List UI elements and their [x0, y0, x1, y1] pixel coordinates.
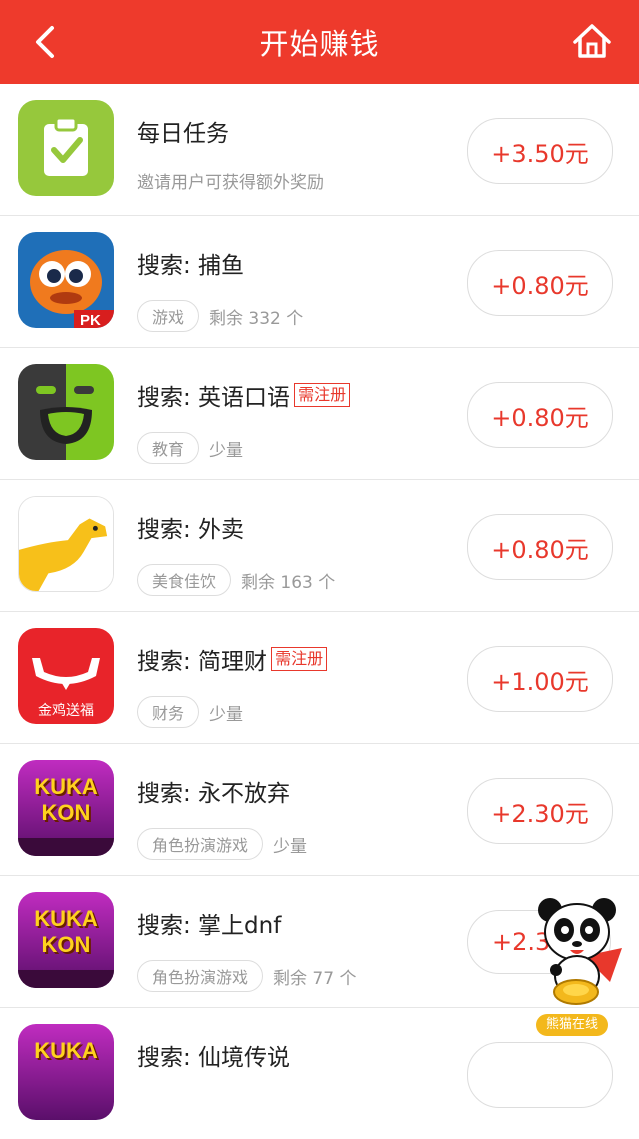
remain-count: 少量	[273, 836, 308, 857]
task-meta: 教育 少量	[137, 432, 243, 464]
speech-face-icon	[18, 364, 114, 460]
panda-widget[interactable]: 熊猫在线	[532, 896, 624, 1038]
reward-button[interactable]	[467, 1042, 613, 1108]
task-name: 每日任务	[137, 121, 229, 147]
panda-widget-label: 熊猫在线	[536, 1014, 608, 1036]
remain-count: 剩余 77 个	[273, 968, 357, 989]
icon-caption: KUKA KON	[34, 774, 98, 825]
kukakon-game-icon: KUKA	[18, 1024, 114, 1120]
reward-button[interactable]: +0.80元	[467, 382, 613, 448]
clipboard-check-icon	[18, 100, 114, 196]
remain-count: 剩余 332 个	[209, 308, 304, 329]
page-title: 开始赚钱	[259, 27, 380, 61]
finance-app-icon: 金鸡送福	[18, 628, 114, 724]
remain-count: 剩余 163 个	[241, 572, 336, 593]
task-meta: 角色扮演游戏 剩余 77 个	[137, 960, 356, 992]
icon-caption: KUKA KON	[34, 906, 98, 957]
task-desc: 邀请用户可获得额外奖励	[137, 173, 324, 193]
category-tag: 角色扮演游戏	[137, 828, 264, 860]
register-required-badge: 需注册	[271, 647, 328, 671]
top-bar: 开始赚钱	[0, 0, 639, 84]
svg-text:PK: PK	[80, 312, 101, 328]
reward-button[interactable]: +0.80元	[467, 250, 613, 316]
chevron-left-icon[interactable]	[26, 22, 66, 62]
reward-button[interactable]: +2.30元	[467, 778, 613, 844]
icon-caption: 金鸡送福	[38, 703, 94, 719]
icon-caption: KUKA	[34, 1038, 98, 1063]
task-meta: 角色扮演游戏 少量	[137, 828, 307, 860]
category-tag: 财务	[137, 696, 200, 728]
task-meta: 游戏 剩余 332 个	[137, 300, 303, 332]
kukakon-game-icon: KUKA KON	[18, 892, 114, 988]
list-item[interactable]: 每日任务 邀请用户可获得额外奖励 +3.50元	[0, 84, 639, 216]
reward-button[interactable]: +0.80元	[467, 514, 613, 580]
category-tag: 角色扮演游戏	[137, 960, 264, 992]
task-name: 搜索: 掌上dnf	[137, 913, 282, 939]
kangaroo-icon	[18, 496, 114, 592]
category-tag: 游戏	[137, 300, 200, 332]
list-item[interactable]: 搜索: 外卖 美食佳饮 剩余 163 个 +0.80元	[0, 480, 639, 612]
task-name: 搜索: 捕鱼	[137, 253, 245, 279]
category-tag: 教育	[137, 432, 200, 464]
remain-count: 少量	[209, 440, 244, 461]
register-required-badge: 需注册	[294, 383, 351, 407]
list-item[interactable]: 搜索: 英语口语 需注册 教育 少量 +0.80元	[0, 348, 639, 480]
task-name: 搜索: 简理财 需注册	[137, 642, 328, 676]
task-name: 搜索: 外卖	[137, 517, 245, 543]
task-name: 搜索: 仙境传说	[137, 1045, 291, 1071]
list-item[interactable]: KUKA KON 搜索: 永不放弃 角色扮演游戏 少量 +2.30元	[0, 744, 639, 876]
task-meta: 财务 少量	[137, 696, 243, 728]
remain-count: 少量	[209, 704, 244, 725]
home-icon[interactable]	[571, 20, 613, 62]
reward-button[interactable]: +3.50元	[467, 118, 613, 184]
list-item[interactable]: PK 搜索: 捕鱼 游戏 剩余 332 个 +0.80元	[0, 216, 639, 348]
kukakon-game-icon: KUKA KON	[18, 760, 114, 856]
task-name: 搜索: 英语口语 需注册	[137, 378, 351, 412]
list-item[interactable]: 金鸡送福 搜索: 简理财 需注册 财务 少量 +1.00元	[0, 612, 639, 744]
fish-game-icon: PK	[18, 232, 114, 328]
category-tag: 美食佳饮	[137, 564, 232, 596]
panda-mascot-icon	[538, 898, 622, 1005]
reward-button[interactable]: +1.00元	[467, 646, 613, 712]
task-meta: 美食佳饮 剩余 163 个	[137, 564, 335, 596]
task-name: 搜索: 永不放弃	[137, 781, 291, 807]
